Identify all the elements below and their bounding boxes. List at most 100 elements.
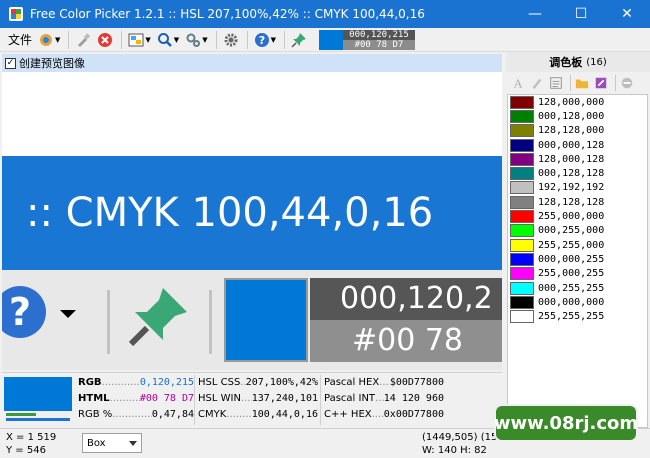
toolbar-separator — [246, 30, 248, 49]
magnifier-icon — [157, 32, 172, 47]
palette-value: 255,000,255 — [538, 268, 605, 280]
zoom-preview[interactable]: :: CMYK 100,44,0,16 ? 000,120,2 #00 78 — [2, 72, 502, 370]
zoom-button[interactable]: ▼ — [155, 30, 181, 50]
palette-value: 255,255,255 — [538, 311, 605, 323]
zoom-readout-hex: #00 78 — [310, 320, 502, 362]
palette-swatch — [510, 95, 534, 109]
help-button[interactable]: ? ▼ — [252, 30, 278, 50]
palette-item[interactable]: 128,000,000 — [508, 95, 647, 109]
palette-swatch — [510, 267, 534, 281]
cursor-coordinates: X = 1 519 Y = 546 — [6, 431, 56, 457]
palette-item[interactable]: 255,255,255 — [508, 309, 647, 324]
palette-value: 255,255,000 — [538, 239, 605, 251]
eyedropper-button[interactable] — [73, 30, 93, 50]
info-row[interactable]: HSL WIN ......... 137,240,101 — [198, 391, 318, 407]
info-row[interactable]: CMYK ......... 100,44,0,16 — [198, 407, 318, 423]
palette-item[interactable]: 255,255,000 — [508, 238, 647, 252]
palette-item[interactable]: 000,255,000 — [508, 224, 647, 238]
palette-list[interactable]: 128,000,000 000,128,000 128,128,000 000,… — [507, 94, 648, 428]
palette-brush-button[interactable] — [529, 75, 545, 91]
minimize-button[interactable]: — — [512, 0, 558, 28]
palette-remove-button[interactable] — [619, 75, 635, 91]
info-row[interactable]: HSL CSS ......... 207,100%,42% — [198, 375, 318, 391]
gears-icon — [186, 33, 201, 47]
palette-item[interactable]: 255,000,000 — [508, 209, 647, 224]
palette-value: 000,255,000 — [538, 225, 605, 237]
palette-value: 128,000,128 — [538, 153, 605, 165]
palette-toolbar-separator — [570, 75, 571, 91]
palette-swatch — [510, 138, 534, 152]
info-value: 0x00D77800 — [383, 409, 444, 420]
palette-open-button[interactable] — [574, 75, 590, 91]
info-row[interactable]: RGB .................. 0,120,215 — [78, 375, 194, 391]
zoom-readout: 000,120,2 #00 78 — [310, 278, 502, 362]
info-value: 137,240,101 — [251, 393, 318, 404]
palette-swatch — [510, 210, 534, 224]
info-value: 100,44,0,16 — [251, 409, 318, 420]
palette-item[interactable]: 255,000,255 — [508, 267, 647, 281]
palette-item[interactable]: 000,000,255 — [508, 252, 647, 266]
image-icon — [128, 33, 144, 46]
info-key: Pascal HEX — [324, 377, 380, 388]
pin-button[interactable] — [289, 30, 309, 50]
pin-icon — [291, 32, 306, 48]
info-row[interactable]: Pascal HEX ......... $00D77800 — [324, 375, 444, 391]
preview-checkbox[interactable]: ✓ — [5, 57, 16, 69]
chevron-down-icon: ▼ — [55, 35, 61, 44]
palette-swatch — [510, 181, 534, 195]
info-divider — [320, 375, 321, 425]
palette-item[interactable]: 192,192,192 — [508, 181, 647, 195]
palette-item[interactable]: 000,000,000 — [508, 295, 647, 309]
zoom-title-text: :: CMYK 100,44,0,16 — [26, 190, 434, 236]
info-leader: ......... — [375, 393, 384, 404]
info-leader: ......... — [379, 377, 390, 388]
palette-swatch — [510, 238, 534, 252]
file-menu[interactable]: 文件 — [4, 31, 36, 48]
info-key: HSL CSS — [198, 377, 241, 388]
palette-edit-button[interactable] — [593, 75, 609, 91]
palette-swatch — [510, 152, 534, 166]
info-leader: .................. — [112, 409, 152, 420]
palette-value: 255,000,000 — [538, 211, 605, 223]
palette-swatch — [510, 109, 534, 123]
zoom-toolbar-area: ? 000,120,2 #00 78 — [2, 270, 502, 370]
palette-item[interactable]: 000,255,255 — [508, 281, 647, 295]
info-leader: .................. — [109, 393, 140, 404]
info-row[interactable]: C++ HEX ......... 0x00D77800 — [324, 407, 444, 423]
palette-item[interactable]: 000,000,128 — [508, 138, 647, 152]
palette-item[interactable]: 128,128,000 — [508, 124, 647, 138]
image-button[interactable]: ▼ — [126, 30, 152, 50]
info-row[interactable]: RGB % .................. 0,47,84 — [78, 407, 194, 423]
info-key: RGB — [78, 377, 102, 388]
close-button[interactable]: ✕ — [604, 0, 650, 28]
toolbar-separator — [215, 30, 217, 49]
palette-title: 调色板 — [549, 56, 583, 69]
info-divider — [194, 375, 195, 425]
info-value: 0,120,215 — [139, 377, 194, 388]
help-icon: ? — [254, 32, 269, 47]
palette-item[interactable]: 000,128,000 — [508, 109, 647, 123]
info-value: 207,100%,42% — [245, 377, 318, 388]
palette-item[interactable]: 128,000,128 — [508, 152, 647, 166]
info-color-swatch — [4, 377, 72, 411]
sample-mode-select[interactable]: Box — [82, 433, 142, 453]
maximize-button[interactable]: ☐ — [558, 0, 604, 28]
palette-swatch — [510, 167, 534, 181]
info-row[interactable]: Pascal INT ......... 14 120 960 — [324, 391, 444, 407]
create-preview-toggle[interactable]: ✓ 创建预览图像 — [2, 54, 502, 72]
chevron-down-icon: ▼ — [270, 35, 276, 44]
palette-font-button[interactable]: A — [510, 75, 526, 91]
stop-button[interactable] — [95, 30, 115, 50]
settings-button[interactable] — [221, 30, 241, 50]
palette-swatch — [510, 281, 534, 295]
info-row[interactable]: HTML .................. #00 78 D7 — [78, 391, 194, 407]
cursor-x: X = 1 519 — [6, 432, 57, 443]
color-picker-button[interactable]: ▼ — [36, 30, 62, 50]
palette-list-button[interactable] — [548, 75, 564, 91]
info-key: CMYK — [198, 409, 227, 420]
gear-icon — [224, 33, 238, 46]
palette-item[interactable]: 000,128,128 — [508, 166, 647, 181]
palette-item[interactable]: 128,128,128 — [508, 195, 647, 209]
tools-button[interactable]: ▼ — [183, 30, 209, 50]
palette-value: 128,000,000 — [538, 96, 605, 108]
